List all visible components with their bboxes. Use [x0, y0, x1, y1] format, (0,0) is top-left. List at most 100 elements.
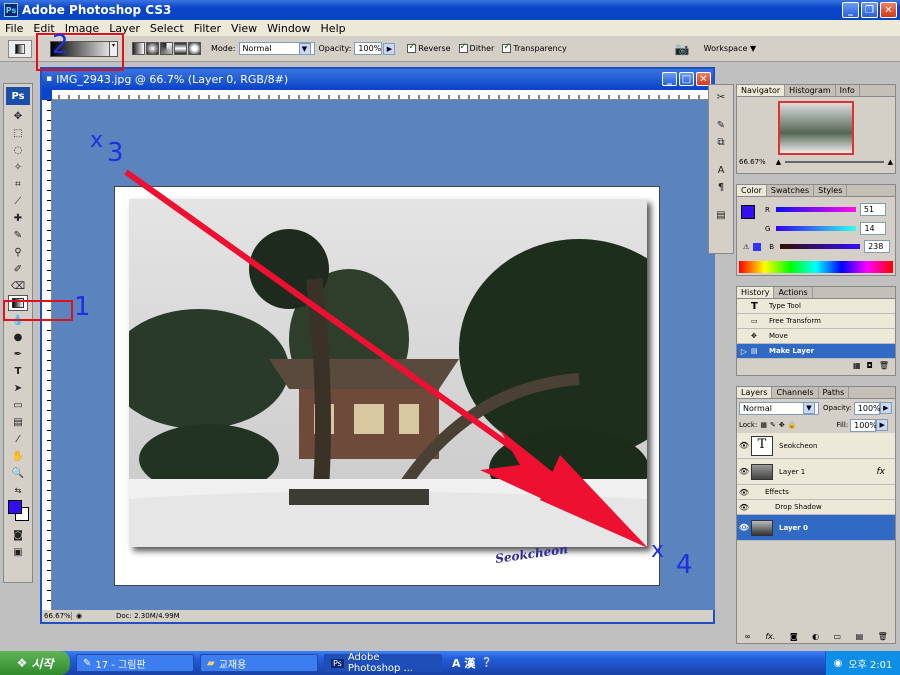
- tab-paths[interactable]: Paths: [819, 387, 850, 398]
- path-selection-tool-icon[interactable]: ➤: [8, 380, 28, 396]
- type-tool-icon[interactable]: T: [8, 363, 28, 379]
- magic-wand-tool-icon[interactable]: ✧: [8, 159, 28, 175]
- quick-mask-icon[interactable]: ◙: [8, 527, 28, 543]
- delete-layer-icon[interactable]: 🗑: [878, 632, 888, 641]
- angle-gradient-button[interactable]: [160, 42, 173, 55]
- status-icon[interactable]: ◉: [72, 612, 86, 620]
- restore-button[interactable]: ❐: [861, 2, 878, 18]
- trash-icon[interactable]: 🗑: [879, 361, 889, 370]
- layer-row-selected[interactable]: 👁 Layer 0: [737, 515, 895, 541]
- fill-input[interactable]: 100%: [850, 418, 877, 432]
- tool-presets-icon[interactable]: ✂: [711, 89, 731, 105]
- new-snapshot-icon[interactable]: ▦: [853, 361, 861, 370]
- r-slider[interactable]: [775, 207, 856, 212]
- link-layers-icon[interactable]: ∞: [744, 632, 751, 641]
- notes-tool-icon[interactable]: ▤: [8, 414, 28, 430]
- layer-opacity-arrow-icon[interactable]: ▶: [879, 402, 892, 414]
- menu-window[interactable]: Window: [262, 22, 315, 35]
- navigator-preview[interactable]: [778, 101, 854, 155]
- clock[interactable]: 오후 2:01: [848, 656, 892, 671]
- tab-actions[interactable]: Actions: [774, 287, 813, 298]
- b-slider[interactable]: [780, 244, 861, 249]
- zoom-out-icon[interactable]: ▲: [776, 158, 781, 166]
- reflected-gradient-button[interactable]: [174, 42, 187, 55]
- opacity-input[interactable]: 100%: [354, 42, 383, 55]
- network-icon[interactable]: ◉: [834, 658, 843, 669]
- vertical-ruler[interactable]: [42, 100, 52, 610]
- hand-tool-icon[interactable]: ✋: [8, 448, 28, 464]
- crop-tool-icon[interactable]: ⌗: [8, 176, 28, 192]
- b-input[interactable]: 238: [864, 240, 891, 253]
- dither-checkbox[interactable]: Dither: [458, 42, 494, 53]
- new-layer-icon[interactable]: ▤: [856, 632, 864, 641]
- dodge-tool-icon[interactable]: ●: [8, 329, 28, 345]
- camera-icon[interactable]: ◘: [867, 361, 873, 370]
- adjustment-layer-icon[interactable]: ◐: [812, 632, 819, 641]
- mode-select[interactable]: Normal ▼: [238, 42, 315, 55]
- canvas-area[interactable]: Seokcheon: [52, 100, 715, 610]
- opacity-arrow-icon[interactable]: ▶: [383, 42, 396, 55]
- history-item[interactable]: ▭ Free Transform: [737, 314, 895, 329]
- eye-icon[interactable]: 👁: [737, 467, 751, 476]
- eyedropper-tool-icon[interactable]: ⁄: [8, 431, 28, 447]
- marquee-tool-icon[interactable]: ⬚: [8, 125, 28, 141]
- g-slider[interactable]: [776, 226, 857, 231]
- zoom-level[interactable]: 66.67%: [42, 612, 72, 620]
- start-button[interactable]: ❖ 시작: [0, 651, 70, 675]
- lock-transparent-icon[interactable]: ▦: [760, 421, 767, 429]
- radial-gradient-button[interactable]: [146, 42, 159, 55]
- paragraph-icon[interactable]: ¶: [711, 179, 731, 195]
- doc-minimize-button[interactable]: _: [662, 72, 677, 86]
- zoom-tool-icon[interactable]: 🔍: [8, 465, 28, 481]
- brushes-icon[interactable]: ✎: [711, 117, 731, 133]
- g-input[interactable]: 14: [860, 222, 887, 235]
- document-title-bar[interactable]: ▪ IMG_2943.jpg @ 66.7% (Layer 0, RGB/8#)…: [42, 69, 713, 89]
- doc-maximize-button[interactable]: □: [679, 72, 694, 86]
- layer-opacity-input[interactable]: 100%: [853, 401, 881, 415]
- tab-navigator[interactable]: Navigator: [737, 85, 786, 96]
- color-spectrum-bar[interactable]: [739, 261, 893, 273]
- navigator-zoom[interactable]: 66.67%: [739, 158, 766, 166]
- character-icon[interactable]: A: [711, 162, 731, 178]
- effects-row[interactable]: 👁 Effects: [737, 485, 895, 500]
- horizontal-ruler[interactable]: [52, 90, 715, 100]
- history-item[interactable]: T Type Tool: [737, 299, 895, 314]
- diamond-gradient-button[interactable]: [188, 42, 201, 55]
- color-fg-swatch[interactable]: [741, 205, 755, 219]
- drop-shadow-row[interactable]: 👁 Drop Shadow: [737, 500, 895, 515]
- zoom-in-icon[interactable]: ▲: [888, 158, 893, 166]
- history-brush-tool-icon[interactable]: ✐: [8, 261, 28, 277]
- workspace-menu[interactable]: Workspace ▼: [704, 44, 756, 53]
- fill-arrow-icon[interactable]: ▶: [876, 419, 889, 431]
- lasso-tool-icon[interactable]: ◌: [8, 142, 28, 158]
- gamut-warning-icon[interactable]: ⚠: [743, 243, 749, 251]
- clone-stamp-tool-icon[interactable]: ⚲: [8, 244, 28, 260]
- lock-all-icon[interactable]: 🔒: [788, 421, 797, 429]
- r-input[interactable]: 51: [859, 203, 886, 216]
- reverse-checkbox[interactable]: Reverse: [407, 42, 451, 53]
- bridge-icon[interactable]: 📷: [675, 42, 690, 56]
- minimize-button[interactable]: _: [842, 2, 859, 18]
- tab-swatches[interactable]: Swatches: [767, 185, 815, 196]
- tab-color[interactable]: Color: [737, 185, 767, 196]
- tab-styles[interactable]: Styles: [814, 185, 848, 196]
- eye-icon[interactable]: 👁: [737, 523, 751, 532]
- layer-row[interactable]: 👁 Layer 1 fx: [737, 459, 895, 485]
- healing-brush-tool-icon[interactable]: ✚: [8, 210, 28, 226]
- eye-icon[interactable]: 👁: [737, 441, 751, 450]
- history-item[interactable]: ✥ Move: [737, 329, 895, 344]
- pen-tool-icon[interactable]: ✒: [8, 346, 28, 362]
- layer-row[interactable]: 👁 T Seokcheon: [737, 433, 895, 459]
- web-color-swatch[interactable]: [753, 242, 762, 251]
- eye-icon[interactable]: 👁: [737, 488, 751, 497]
- task-photoshop[interactable]: Ps Adobe Photoshop ...: [324, 652, 442, 674]
- task-folder[interactable]: ▰ 교재용: [200, 654, 318, 672]
- tab-info[interactable]: Info: [836, 85, 860, 96]
- gradient-tool-preset-icon[interactable]: [8, 39, 32, 58]
- clone-source-icon[interactable]: ⧉: [711, 134, 731, 150]
- lock-image-icon[interactable]: ✎: [770, 421, 776, 429]
- layer-mask-icon[interactable]: ◙: [790, 632, 798, 641]
- rectangle-tool-icon[interactable]: ▭: [8, 397, 28, 413]
- move-tool-icon[interactable]: ✥: [8, 108, 28, 124]
- layer-style-icon[interactable]: fx.: [765, 632, 775, 641]
